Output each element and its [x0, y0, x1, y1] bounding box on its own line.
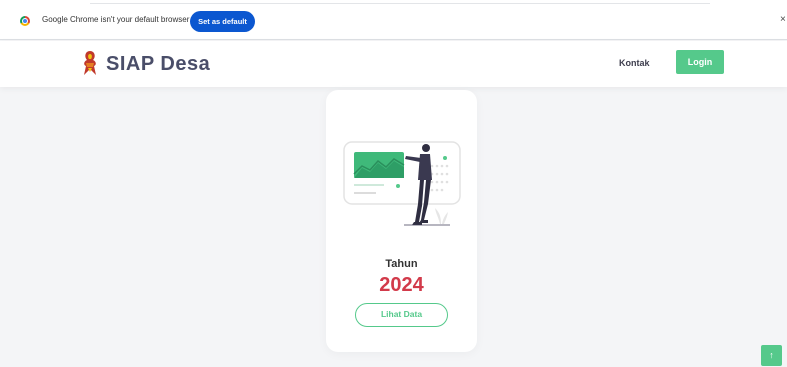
garuda-logo-icon[interactable] — [80, 49, 100, 77]
arrow-up-icon: ↑ — [769, 350, 774, 360]
site-header: SIAP Desa Kontak Login — [0, 41, 787, 87]
close-icon[interactable]: × — [780, 14, 786, 25]
lihat-data-button[interactable]: Lihat Data — [355, 303, 448, 327]
brand-title[interactable]: SIAP Desa — [106, 53, 210, 76]
year-value: 2024 — [379, 274, 424, 296]
chrome-icon — [20, 16, 30, 26]
presentation-illustration — [343, 141, 461, 226]
default-browser-infobar: Google Chrome isn't your default browser… — [0, 0, 787, 40]
infobar-message: Google Chrome isn't your default browser — [42, 15, 190, 24]
tahun-label: Tahun — [385, 258, 418, 270]
login-button[interactable]: Login — [676, 50, 724, 74]
toolbar-divider — [90, 0, 710, 4]
nav-kontak-link[interactable]: Kontak — [619, 58, 650, 68]
year-card: Tahun 2024 Lihat Data — [326, 90, 477, 352]
set-as-default-button[interactable]: Set as default — [190, 11, 255, 32]
scroll-to-top-button[interactable]: ↑ — [761, 345, 782, 366]
